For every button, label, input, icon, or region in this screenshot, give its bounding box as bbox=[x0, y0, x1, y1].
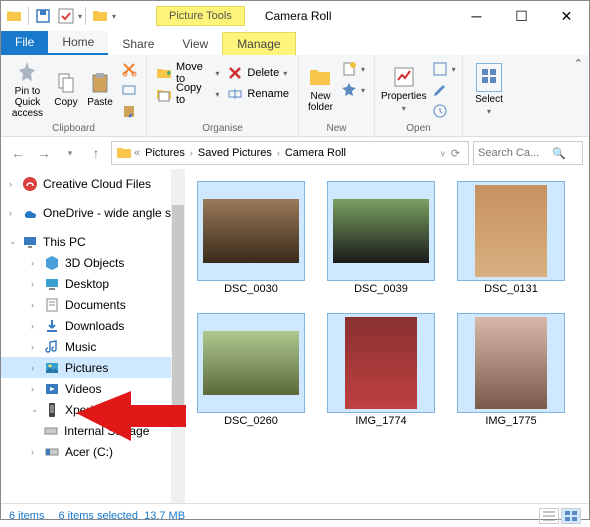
copy-path-button[interactable] bbox=[118, 80, 140, 100]
select-button[interactable]: Select▾ bbox=[469, 57, 509, 121]
breadcrumb[interactable]: Camera Roll bbox=[282, 147, 349, 159]
paste-icon bbox=[88, 71, 112, 95]
new-group-label: New bbox=[305, 123, 368, 135]
file-grid: DSC_0030 DSC_0039 DSC_0131 DSC_0260 IMG_… bbox=[185, 169, 589, 503]
qat-checkbox-icon[interactable] bbox=[55, 5, 77, 27]
clipboard-group-label: Clipboard bbox=[7, 123, 140, 135]
new-folder-button[interactable]: New folder bbox=[305, 57, 336, 121]
breadcrumb[interactable]: Pictures bbox=[142, 147, 188, 159]
search-box[interactable]: 🔍 bbox=[473, 141, 583, 165]
tree-creative-cloud[interactable]: ›Creative Cloud Files bbox=[1, 173, 185, 194]
tree-desktop[interactable]: ›Desktop bbox=[1, 273, 185, 294]
qat-dropdown-2-icon[interactable]: ▾ bbox=[112, 12, 116, 21]
pin-quick-access-button[interactable]: Pin to Quick access bbox=[7, 57, 48, 121]
recent-button[interactable]: ▾ bbox=[59, 142, 81, 164]
tree-acer[interactable]: ›Acer (C:) bbox=[1, 441, 185, 462]
tree-pictures[interactable]: ›Pictures bbox=[1, 357, 185, 378]
tree-this-pc[interactable]: ⌄This PC bbox=[1, 231, 185, 252]
history-button[interactable] bbox=[429, 101, 459, 121]
maximize-button[interactable]: ☐ bbox=[499, 1, 544, 31]
search-icon: 🔍 bbox=[552, 147, 566, 160]
ribbon: ⌃ Pin to Quick access Copy Paste Clipboa… bbox=[1, 55, 589, 137]
tree-onedrive[interactable]: ›OneDrive - wide angle s bbox=[1, 202, 185, 223]
tree-xperia[interactable]: ⌄Xperia Z3 bbox=[1, 399, 185, 420]
file-item[interactable]: DSC_0131 bbox=[457, 181, 565, 295]
rename-button[interactable]: Rename bbox=[224, 84, 292, 104]
tree-documents[interactable]: ›Documents bbox=[1, 294, 185, 315]
file-item[interactable]: IMG_1774 bbox=[327, 313, 435, 427]
select-all-icon bbox=[481, 68, 497, 84]
minimize-button[interactable]: ─ bbox=[454, 1, 499, 31]
breadcrumb[interactable]: Saved Pictures bbox=[195, 147, 275, 159]
folder-icon bbox=[116, 145, 132, 161]
address-box[interactable]: « Pictures› Saved Pictures› Camera Roll … bbox=[111, 141, 469, 165]
delete-button[interactable]: Delete ▾ bbox=[224, 63, 292, 83]
easy-access-button[interactable]: ▾ bbox=[338, 80, 368, 100]
paste-button[interactable]: Paste bbox=[84, 57, 116, 121]
picture-tools-label: Picture Tools bbox=[156, 6, 245, 26]
move-to-button[interactable]: Move to ▾ bbox=[153, 63, 222, 83]
file-tab[interactable]: File bbox=[1, 31, 48, 55]
back-button[interactable]: ← bbox=[7, 142, 29, 164]
file-item[interactable]: DSC_0039 bbox=[327, 181, 435, 295]
paste-shortcut-button[interactable] bbox=[118, 101, 140, 121]
tree-downloads[interactable]: ›Downloads bbox=[1, 315, 185, 336]
properties-button[interactable]: Properties▾ bbox=[381, 57, 427, 121]
copy-button[interactable]: Copy bbox=[50, 57, 82, 121]
qat-save-icon[interactable] bbox=[32, 5, 54, 27]
share-tab[interactable]: Share bbox=[108, 33, 168, 55]
search-input[interactable] bbox=[478, 147, 548, 159]
copy-icon bbox=[54, 71, 78, 95]
properties-icon bbox=[392, 65, 416, 89]
folder-icon-2[interactable] bbox=[89, 5, 111, 27]
status-bar: 6 items 6 items selected 13.7 MB bbox=[1, 503, 589, 527]
qat-dropdown-icon[interactable]: ▾ bbox=[78, 12, 82, 21]
cut-button[interactable] bbox=[118, 59, 140, 79]
edit-button[interactable] bbox=[429, 80, 459, 100]
close-button[interactable]: ✕ bbox=[544, 1, 589, 31]
pin-icon bbox=[15, 60, 39, 84]
home-tab[interactable]: Home bbox=[48, 31, 108, 55]
address-bar: ← → ▾ ↑ « Pictures› Saved Pictures› Came… bbox=[1, 137, 589, 169]
open-button[interactable]: ▾ bbox=[429, 59, 459, 79]
tree-videos[interactable]: ›Videos bbox=[1, 378, 185, 399]
ribbon-tabs: File Home Share View Manage ? bbox=[1, 31, 589, 55]
thumbnails-view-button[interactable] bbox=[561, 508, 581, 524]
up-button[interactable]: ↑ bbox=[85, 142, 107, 164]
nav-tree: ›Creative Cloud Files ›OneDrive - wide a… bbox=[1, 169, 185, 503]
tree-3d-objects[interactable]: ›3D Objects bbox=[1, 252, 185, 273]
folder-icon[interactable] bbox=[3, 5, 25, 27]
details-view-button[interactable] bbox=[539, 508, 559, 524]
scrollbar[interactable] bbox=[171, 169, 185, 503]
open-group-label: Open bbox=[381, 123, 456, 135]
tree-internal-storage[interactable]: Internal Storage bbox=[1, 420, 185, 441]
window-title: Camera Roll bbox=[265, 9, 332, 23]
titlebar: ▾ ▾ Picture Tools Camera Roll ─ ☐ ✕ bbox=[1, 1, 589, 31]
file-item[interactable]: IMG_1775 bbox=[457, 313, 565, 427]
new-folder-icon bbox=[308, 65, 332, 89]
new-item-button[interactable]: ▾ bbox=[338, 59, 368, 79]
tree-music[interactable]: ›Music bbox=[1, 336, 185, 357]
file-item[interactable]: DSC_0260 bbox=[197, 313, 305, 427]
copy-to-button[interactable]: Copy to ▾ bbox=[153, 84, 222, 104]
organise-group-label: Organise bbox=[153, 123, 292, 135]
file-item[interactable]: DSC_0030 bbox=[197, 181, 305, 295]
view-tab[interactable]: View bbox=[168, 33, 222, 55]
refresh-icon[interactable]: ⟳ bbox=[447, 147, 464, 160]
manage-tab[interactable]: Manage bbox=[222, 32, 295, 55]
collapse-ribbon-icon[interactable]: ⌃ bbox=[574, 57, 583, 70]
forward-button[interactable]: → bbox=[33, 142, 55, 164]
